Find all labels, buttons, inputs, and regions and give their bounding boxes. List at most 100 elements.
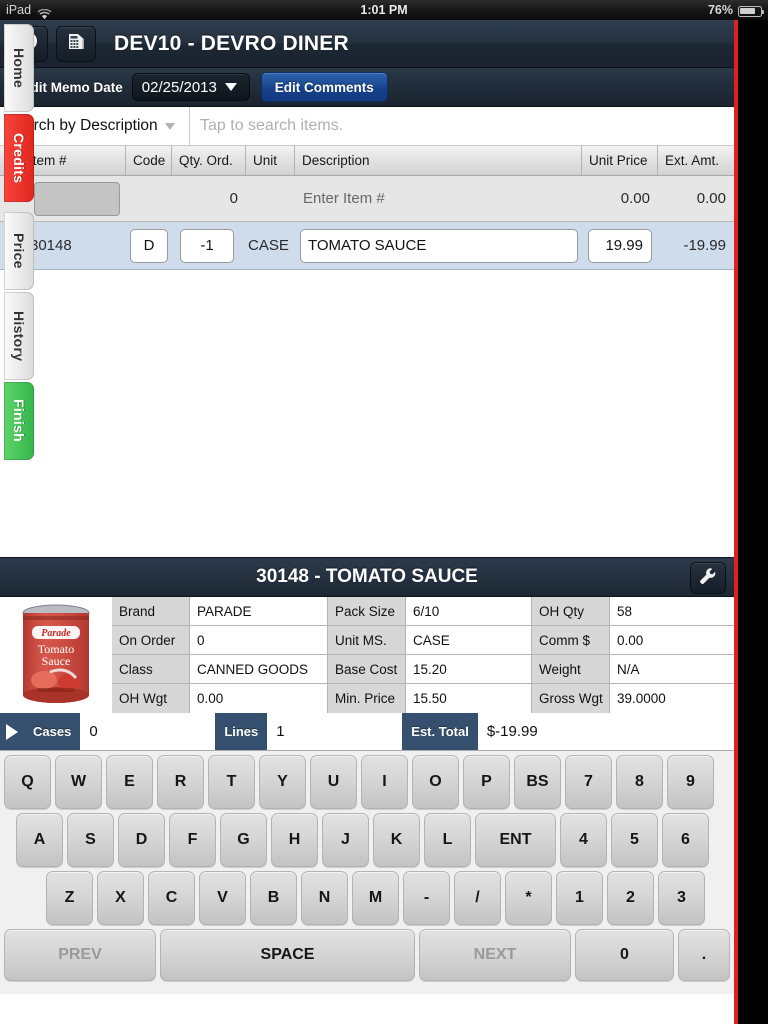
- key-4[interactable]: 4: [560, 813, 607, 867]
- key-0[interactable]: 0: [575, 929, 674, 981]
- new-line-entry-row[interactable]: 0 Enter Item # 0.00 0.00: [0, 176, 734, 222]
- spec-value: N/A: [610, 655, 734, 684]
- spec-value: 0.00: [190, 684, 328, 713]
- row-qty-input[interactable]: -1: [180, 228, 234, 263]
- empty-grid-area: [0, 270, 734, 557]
- spec-label: Weight: [532, 655, 610, 684]
- key-u[interactable]: U: [310, 755, 357, 809]
- row-unit-price-input[interactable]: 19.99: [588, 228, 652, 263]
- key-7[interactable]: 7: [565, 755, 612, 809]
- key-k[interactable]: K: [373, 813, 420, 867]
- key-a[interactable]: A: [16, 813, 63, 867]
- key-x[interactable]: X: [97, 871, 144, 925]
- column-header-unit-price: Unit Price: [582, 146, 658, 175]
- key-l[interactable]: L: [424, 813, 471, 867]
- key-r[interactable]: R: [157, 755, 204, 809]
- battery-percent-label: 76%: [707, 3, 733, 17]
- key-6[interactable]: 6: [662, 813, 709, 867]
- settings-wrench-button[interactable]: [690, 562, 726, 594]
- key-s[interactable]: S: [67, 813, 114, 867]
- key-space[interactable]: SPACE: [160, 929, 415, 981]
- key-2[interactable]: 2: [607, 871, 654, 925]
- column-header-unit: Unit: [246, 146, 295, 175]
- key-g[interactable]: G: [220, 813, 267, 867]
- spec-label: Class: [112, 655, 190, 684]
- on-screen-keyboard: Q W E R T Y U I O P BS 7 8 9 A S D F G H…: [0, 751, 734, 994]
- calculator-button[interactable]: [56, 25, 96, 62]
- spec-value: 0: [190, 626, 328, 655]
- key-y[interactable]: Y: [259, 755, 306, 809]
- app-body: i: [0, 20, 734, 1024]
- entry-item-input[interactable]: [34, 181, 120, 216]
- status-bar-right: 76%: [707, 0, 765, 20]
- key-n[interactable]: N: [301, 871, 348, 925]
- sidebar-item-history[interactable]: History: [4, 292, 34, 380]
- sidebar-item-home[interactable]: Home: [4, 24, 34, 112]
- red-edge-divider: [734, 20, 738, 1024]
- column-header-description: Description: [295, 146, 582, 175]
- search-input[interactable]: Tap to search items.: [190, 107, 734, 146]
- column-header-qty: Qty. Ord.: [172, 146, 246, 175]
- side-tab-strip: [734, 20, 768, 1024]
- key-backspace[interactable]: BS: [514, 755, 561, 809]
- est-total-value: $-19.99: [477, 713, 734, 750]
- key-e[interactable]: E: [106, 755, 153, 809]
- key-5[interactable]: 5: [611, 813, 658, 867]
- key-q[interactable]: Q: [4, 755, 51, 809]
- entry-qty-value[interactable]: 0: [172, 176, 246, 222]
- key-o[interactable]: O: [412, 755, 459, 809]
- key-prev[interactable]: PREV: [4, 929, 156, 981]
- keyboard-row-4: PREV SPACE NEXT 0 .: [2, 929, 732, 981]
- key-p[interactable]: P: [463, 755, 510, 809]
- spec-value: 39.0000: [610, 684, 734, 713]
- entry-unit-price-value[interactable]: 0.00: [582, 176, 658, 222]
- sidebar-item-finish[interactable]: Finish: [4, 382, 34, 460]
- credit-memo-date-picker[interactable]: 02/25/2013: [131, 73, 250, 101]
- entry-code-cell[interactable]: [126, 176, 172, 222]
- key-9[interactable]: 9: [667, 755, 714, 809]
- key-8[interactable]: 8: [616, 755, 663, 809]
- keyboard-row-1: Q W E R T Y U I O P BS 7 8 9: [2, 755, 732, 809]
- key-1[interactable]: 1: [556, 871, 603, 925]
- spec-label: Base Cost: [328, 655, 406, 684]
- battery-icon: [738, 5, 765, 17]
- row-code-input[interactable]: D: [130, 228, 168, 263]
- column-header-item: Item #: [22, 146, 126, 175]
- row-description-input[interactable]: TOMATO SAUCE: [300, 228, 578, 263]
- key-next[interactable]: NEXT: [419, 929, 571, 981]
- key-period[interactable]: .: [678, 929, 730, 981]
- key-h[interactable]: H: [271, 813, 318, 867]
- sidebar-item-price[interactable]: Price: [4, 212, 34, 290]
- key-slash[interactable]: /: [454, 871, 501, 925]
- entry-item-field[interactable]: [22, 176, 126, 222]
- spec-label: Gross Wgt: [532, 684, 610, 713]
- sidebar-item-credits[interactable]: Credits: [4, 114, 34, 202]
- key-w[interactable]: W: [55, 755, 102, 809]
- key-enter[interactable]: ENT: [475, 813, 556, 867]
- spec-label: Min. Price: [328, 684, 406, 713]
- key-z[interactable]: Z: [46, 871, 93, 925]
- key-d[interactable]: D: [118, 813, 165, 867]
- key-v[interactable]: V: [199, 871, 246, 925]
- key-i[interactable]: I: [361, 755, 408, 809]
- key-c[interactable]: C: [148, 871, 195, 925]
- row-description-cell: TOMATO SAUCE: [295, 223, 582, 269]
- key-b[interactable]: B: [250, 871, 297, 925]
- key-f[interactable]: F: [169, 813, 216, 867]
- key-minus[interactable]: -: [403, 871, 450, 925]
- keyboard-row-2: A S D F G H J K L ENT 4 5 6: [2, 813, 732, 867]
- key-3[interactable]: 3: [658, 871, 705, 925]
- edit-comments-button[interactable]: Edit Comments: [260, 72, 388, 102]
- entry-description-placeholder[interactable]: Enter Item #: [295, 176, 582, 222]
- item-detail-title: 30148 - TOMATO SAUCE: [256, 566, 478, 587]
- table-row[interactable]: 30148 D -1 CASE TOMATO SAUCE 19.99 -19.9…: [0, 222, 734, 270]
- credit-memo-date-value: 02/25/2013: [141, 78, 217, 96]
- key-j[interactable]: J: [322, 813, 369, 867]
- key-asterisk[interactable]: *: [505, 871, 552, 925]
- key-m[interactable]: M: [352, 871, 399, 925]
- row-item-number: 30148: [30, 237, 72, 254]
- key-t[interactable]: T: [208, 755, 255, 809]
- credit-memo-bar: Credit Memo Date 02/25/2013 Edit Comment…: [0, 68, 734, 107]
- product-image: Parade Tomato Sauce: [0, 597, 112, 713]
- expand-totals-button[interactable]: [0, 713, 24, 750]
